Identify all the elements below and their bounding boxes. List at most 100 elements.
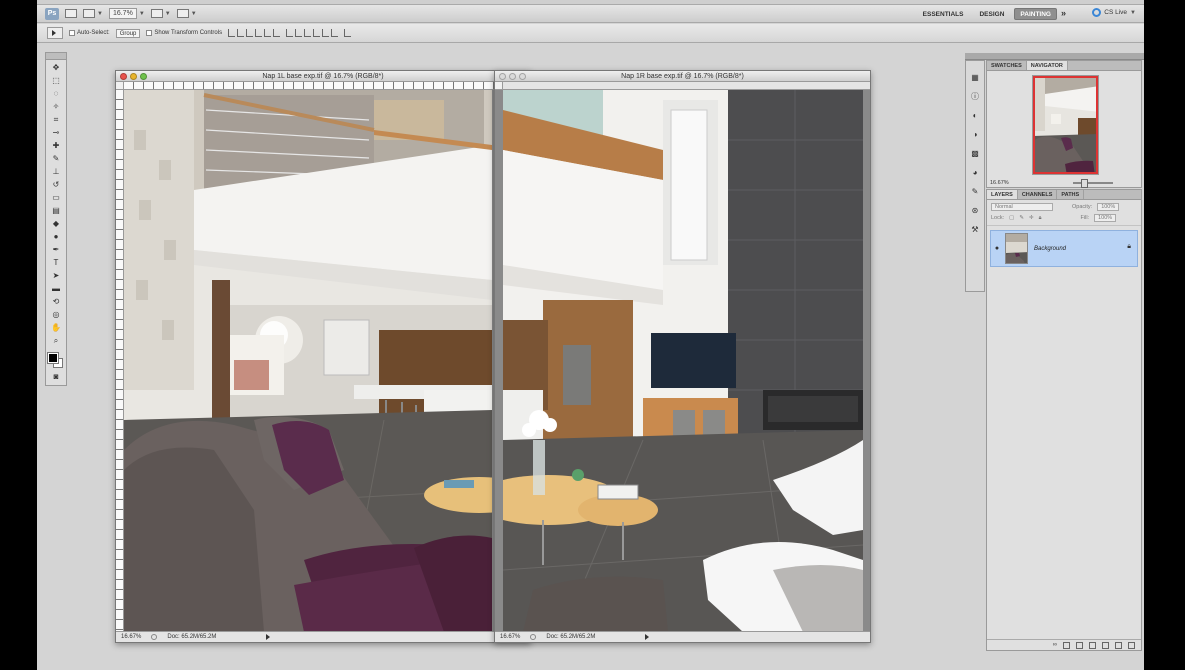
panel-dock-header[interactable]: [965, 53, 1144, 60]
distribute-buttons[interactable]: [286, 29, 339, 37]
pen-icon[interactable]: ✒: [51, 245, 62, 255]
workspace-painting[interactable]: PAINTING: [1014, 8, 1057, 20]
history-brush-icon[interactable]: ↺: [51, 180, 62, 190]
lasso-icon[interactable]: ◌: [51, 89, 62, 99]
quick-select-icon[interactable]: ✧: [51, 102, 62, 112]
3d-rotate-icon[interactable]: ⟲: [51, 297, 62, 307]
shape-icon[interactable]: ▬: [51, 284, 62, 294]
tab-layers[interactable]: LAYERS: [987, 190, 1018, 199]
blend-mode-dropdown[interactable]: Normal: [991, 203, 1053, 211]
color-swatches[interactable]: [47, 352, 64, 369]
vertical-ruler[interactable]: [116, 90, 124, 631]
document-canvas[interactable]: [503, 90, 863, 632]
healing-icon[interactable]: ✚: [51, 141, 62, 151]
layers-panel-tabs: LAYERS CHANNELS PATHS: [987, 190, 1141, 200]
horizontal-ruler[interactable]: [503, 82, 870, 90]
layer-style-icon[interactable]: [1063, 641, 1070, 649]
marquee-icon[interactable]: ⬚: [51, 76, 62, 86]
document-zoom[interactable]: 16.67%: [500, 634, 520, 640]
hand-icon[interactable]: ✋: [51, 323, 62, 333]
more-workspaces-button[interactable]: »: [1061, 8, 1066, 20]
opacity-field[interactable]: 100%: [1097, 203, 1120, 211]
navigator-view-box[interactable]: [1033, 76, 1098, 174]
auto-select-checkbox[interactable]: Auto-Select:: [69, 30, 110, 36]
tab-paths[interactable]: PATHS: [1057, 190, 1085, 199]
delete-layer-icon[interactable]: [1128, 641, 1135, 649]
layer-mask-icon[interactable]: [1076, 641, 1083, 649]
move-icon[interactable]: ✥: [51, 63, 62, 73]
tab-swatches[interactable]: SWATCHES: [987, 61, 1027, 70]
checkbox-icon: [146, 30, 153, 36]
fill-field[interactable]: 100%: [1094, 214, 1117, 222]
navigator-zoom-slider[interactable]: [1072, 179, 1113, 188]
clone-stamp-icon[interactable]: ⊥: [51, 167, 62, 177]
arrange-documents-menu[interactable]: ▼: [150, 8, 171, 20]
screen-mode-menu[interactable]: ▼: [176, 8, 197, 20]
styles-icon[interactable]: ▩: [970, 149, 981, 159]
document-size: Doc: 65.2M/65.2M: [546, 634, 596, 640]
status-info-arrow-icon[interactable]: [266, 634, 271, 640]
document-zoom[interactable]: 16.67%: [121, 634, 141, 640]
document-status-bar: 16.67% Doc: 65.2M/65.2M: [495, 631, 870, 642]
navigator-preview[interactable]: [1032, 75, 1099, 175]
adjustment-layer-icon[interactable]: [1089, 641, 1096, 649]
tool-preset-picker[interactable]: [47, 27, 63, 39]
application-bar: Ps ▼ 16.7% ▼ ▼ ▼ ESSENTIALS DESIGN PAINTI…: [37, 5, 1144, 23]
workspace-design[interactable]: DESIGN: [973, 8, 1010, 20]
auto-select-dropdown[interactable]: Group: [115, 28, 141, 38]
new-layer-icon[interactable]: [1115, 641, 1122, 649]
view-extras-menu[interactable]: ▼: [83, 8, 103, 20]
tab-navigator[interactable]: NAVIGATOR: [1026, 61, 1068, 70]
tool-presets-icon[interactable]: ⚒: [970, 225, 981, 235]
tools-panel-header[interactable]: [46, 53, 66, 60]
status-info-arrow-icon[interactable]: [645, 634, 650, 640]
workspace-essentials[interactable]: ESSENTIALS: [917, 8, 970, 20]
horizontal-ruler[interactable]: [124, 82, 530, 90]
eye-icon[interactable]: ●: [991, 245, 1003, 252]
histogram-icon[interactable]: ▦: [970, 73, 981, 83]
zoom-level-menu[interactable]: 16.7% ▼: [108, 8, 145, 20]
lock-pixels-icon[interactable]: ✎: [1019, 215, 1024, 221]
info-icon[interactable]: ⓘ: [970, 92, 981, 102]
document-window-right[interactable]: Nap 1R base exp.tif @ 16.7% (RGB/8*) 16.…: [494, 70, 871, 643]
layer-row[interactable]: ● Background 🔒︎: [990, 230, 1138, 267]
status-menu-icon[interactable]: [530, 634, 537, 640]
document-canvas[interactable]: [124, 90, 492, 632]
masks-icon[interactable]: ◑: [970, 130, 981, 140]
eyedropper-icon[interactable]: ⊸: [51, 128, 62, 138]
navigator-panel: SWATCHES NAVIGATOR 16.67%: [986, 60, 1142, 188]
blur-icon[interactable]: ◆: [51, 219, 62, 229]
navigator-zoom[interactable]: 16.67%: [990, 180, 1009, 186]
link-layers-icon[interactable]: ∞: [1053, 642, 1057, 648]
show-transform-controls-checkbox[interactable]: Show Transform Controls: [146, 30, 222, 36]
document-window-left[interactable]: Nap 1L base exp.tif @ 16.7% (RGB/8*) 16.…: [115, 70, 531, 643]
eraser-icon[interactable]: ▭: [51, 193, 62, 203]
lock-all-icon[interactable]: 🔒︎: [1039, 215, 1042, 222]
auto-align-layers-button[interactable]: [344, 29, 352, 37]
foreground-color-swatch[interactable]: [47, 352, 59, 364]
launch-bridge-button[interactable]: [65, 8, 77, 20]
adjustments-icon[interactable]: ◐: [970, 111, 981, 121]
cs-live-button[interactable]: CS Live ▼: [1092, 8, 1136, 17]
tab-channels[interactable]: CHANNELS: [1018, 190, 1058, 199]
color-icon[interactable]: ◕: [970, 168, 981, 178]
document-title-bar[interactable]: Nap 1L base exp.tif @ 16.7% (RGB/8*): [116, 71, 530, 82]
brush-icon[interactable]: ✎: [51, 154, 62, 164]
document-size: Doc: 65.2M/65.2M: [167, 634, 217, 640]
lock-position-icon[interactable]: ✛: [1029, 215, 1034, 221]
zoom-icon[interactable]: ⌕: [51, 336, 62, 346]
type-icon[interactable]: T: [51, 258, 62, 268]
dodge-icon[interactable]: ●: [51, 232, 62, 242]
crop-icon[interactable]: ⌗: [51, 115, 62, 125]
document-title-bar[interactable]: Nap 1R base exp.tif @ 16.7% (RGB/8*): [495, 71, 870, 82]
quick-mask-icon[interactable]: ◙: [51, 372, 62, 382]
brush-presets-icon[interactable]: ✎: [970, 187, 981, 197]
gradient-icon[interactable]: ▤: [51, 206, 62, 216]
3d-orbit-icon[interactable]: ◎: [51, 310, 62, 320]
align-buttons[interactable]: [228, 29, 281, 37]
clone-source-icon[interactable]: ⊛: [970, 206, 981, 216]
path-select-icon[interactable]: ➤: [51, 271, 62, 281]
new-group-icon[interactable]: [1102, 641, 1109, 649]
lock-transparent-icon[interactable]: ▢: [1009, 215, 1014, 221]
status-menu-icon[interactable]: [151, 634, 158, 640]
